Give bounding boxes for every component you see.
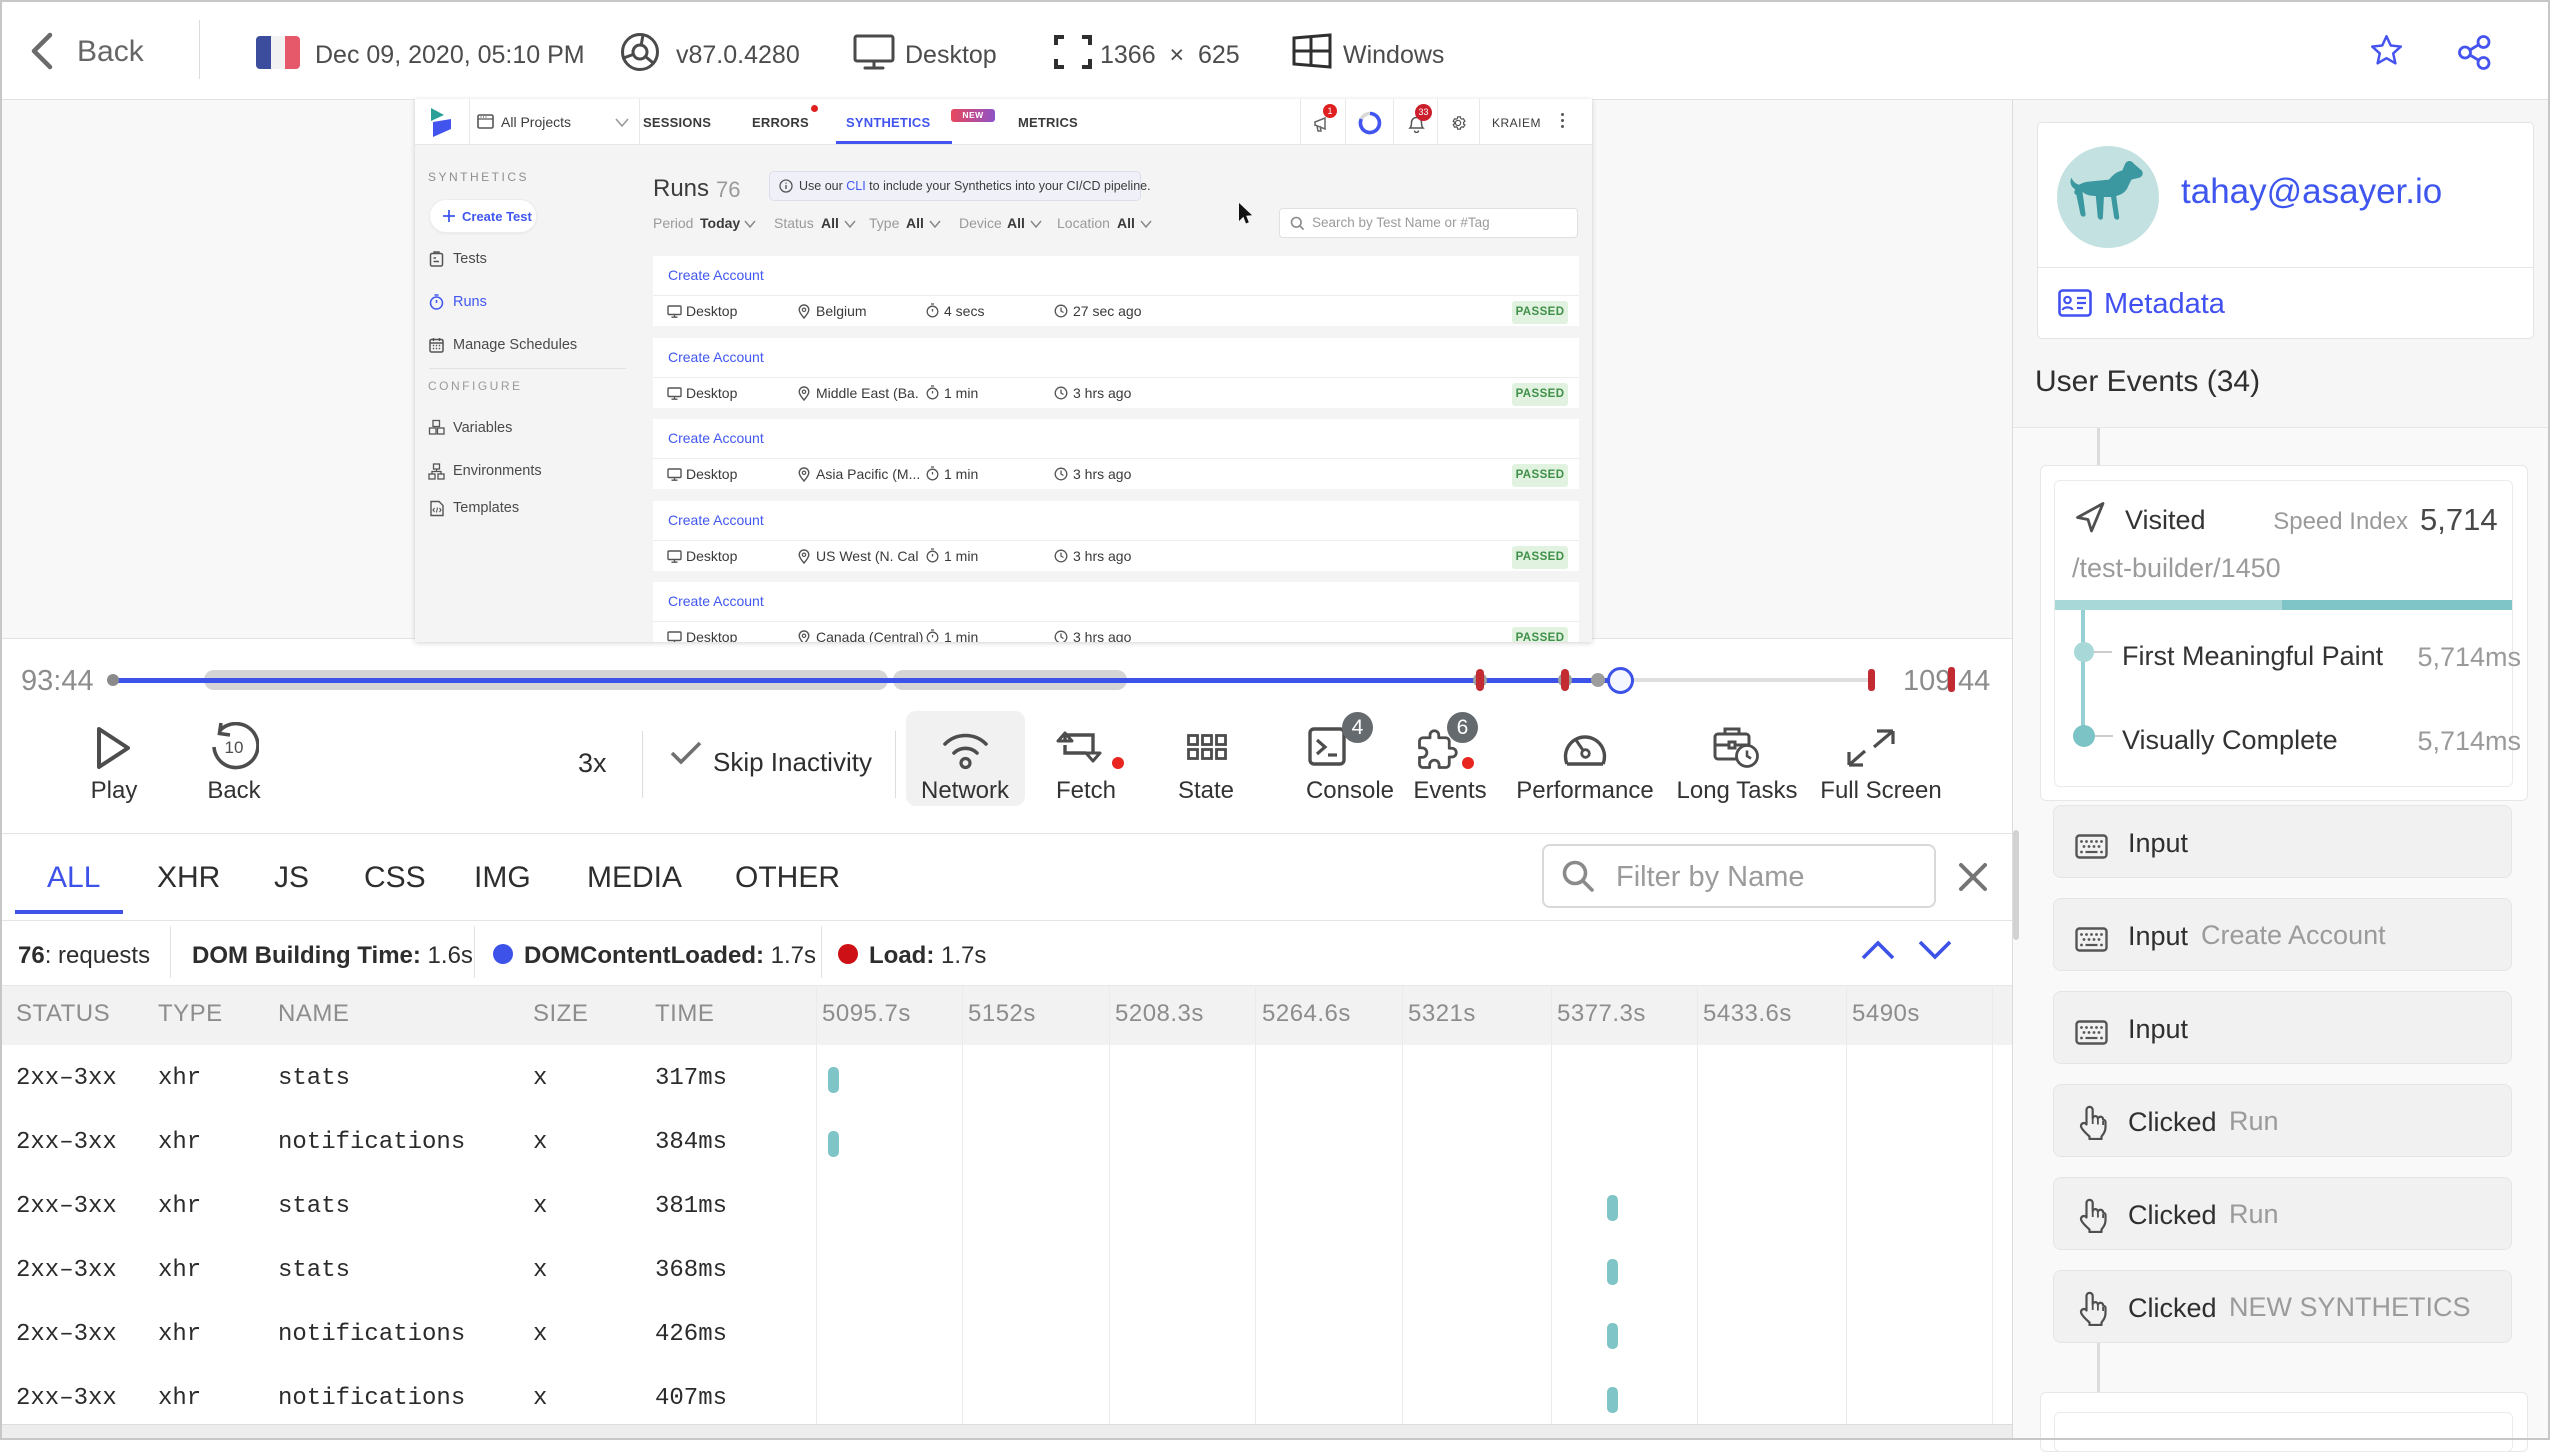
svg-text:10: 10 [225,738,244,757]
